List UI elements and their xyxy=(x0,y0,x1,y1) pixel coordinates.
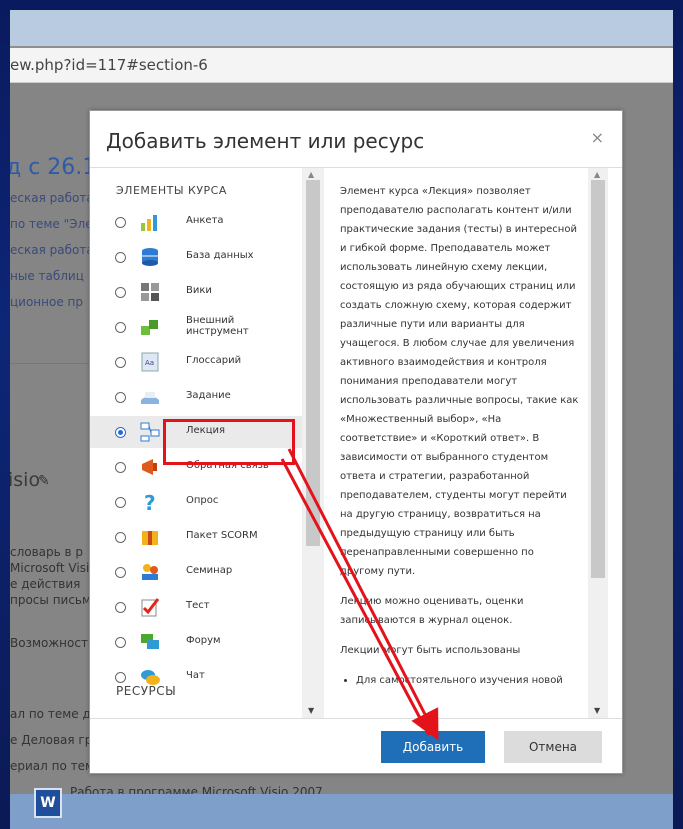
description-paragraph-1: Элемент курса «Лекция» позволяет препода… xyxy=(340,186,579,577)
svg-text:?: ? xyxy=(144,491,156,513)
module-radio[interactable] xyxy=(115,217,126,228)
bg-bottom-4[interactable]: Работа в программе Microsoft Visio 2007 xyxy=(70,785,323,794)
module-item[interactable]: Задание xyxy=(90,381,302,413)
bg-link-2[interactable]: по теме "Эле xyxy=(10,217,93,231)
taskbar: W xyxy=(10,788,673,829)
module-label: Пакет SCORM xyxy=(186,530,258,541)
module-item[interactable]: Тест xyxy=(90,591,302,623)
bg-link-3[interactable]: еская работа xyxy=(10,243,94,257)
module-item[interactable]: Пакет SCORM xyxy=(90,521,302,553)
module-item[interactable]: Внешний инструмент xyxy=(90,311,302,343)
module-label: Форум xyxy=(186,635,221,646)
module-radio[interactable] xyxy=(115,532,126,543)
word-app-icon[interactable]: W xyxy=(34,788,62,818)
bg-link-5[interactable]: ционное пр xyxy=(10,295,83,309)
module-radio[interactable] xyxy=(115,602,126,613)
wiki-icon xyxy=(139,281,161,303)
description-paragraph-2: Лекцию можно оценивать, оценки записываю… xyxy=(340,596,524,626)
quiz-icon xyxy=(139,596,161,618)
edit-pencil-icon[interactable]: ✎ xyxy=(38,473,50,489)
divider xyxy=(10,363,90,364)
module-radio[interactable] xyxy=(115,637,126,648)
visio-heading: isio xyxy=(10,469,41,491)
module-radio[interactable] xyxy=(115,462,126,473)
external-tool-icon xyxy=(139,316,161,338)
module-item[interactable]: Aa Глоссарий xyxy=(90,346,302,378)
module-radio[interactable] xyxy=(115,672,126,683)
address-url[interactable]: ew.php?id=117#section-6 xyxy=(10,56,208,74)
browser-toolbar xyxy=(10,10,673,46)
description-pane: Элемент курса «Лекция» позволяет препода… xyxy=(324,168,588,718)
database-icon xyxy=(139,246,161,268)
bg-line-5: Возможности xyxy=(10,636,96,650)
bg-link-1[interactable]: еская работа xyxy=(10,191,94,205)
module-label: Семинар xyxy=(186,565,233,576)
module-label: Анкета xyxy=(186,215,224,226)
module-label: Глоссарий xyxy=(186,355,242,366)
dialog-title: Добавить элемент или ресурс xyxy=(106,129,425,153)
feedback-icon xyxy=(139,456,161,478)
bg-line-3: е действия xyxy=(10,577,81,591)
module-radio[interactable] xyxy=(115,392,126,403)
scroll-down-icon[interactable]: ▼ xyxy=(308,706,314,715)
module-radio[interactable] xyxy=(115,497,126,508)
module-radio[interactable] xyxy=(115,322,126,333)
choice-icon: ? xyxy=(139,491,161,515)
close-icon[interactable]: × xyxy=(591,128,604,147)
bg-line-4: просы письм xyxy=(10,593,92,607)
survey-icon xyxy=(139,211,161,233)
section-resources-label: РЕСУРСЫ xyxy=(116,684,177,698)
module-label: Чат xyxy=(186,670,205,681)
module-radio[interactable] xyxy=(115,357,126,368)
module-label: Задание xyxy=(186,390,231,401)
bg-line-2: Microsoft Visi xyxy=(10,561,90,575)
bg-bottom-2[interactable]: е Деловая гр xyxy=(10,733,92,747)
forum-icon xyxy=(139,631,161,653)
scroll-down-icon[interactable]: ▼ xyxy=(594,706,600,715)
bg-bottom-3[interactable]: ериал по тем xyxy=(10,759,94,773)
bg-bottom-1[interactable]: ал по теме д xyxy=(10,707,91,721)
assignment-icon xyxy=(139,386,161,408)
highlight-box xyxy=(163,419,295,465)
bg-link-4[interactable]: ные таблиц xyxy=(10,269,84,283)
module-label: База данных xyxy=(186,250,254,261)
module-item[interactable]: Вики xyxy=(90,276,302,308)
module-radio[interactable] xyxy=(115,287,126,298)
description-paragraph-3: Лекции могут быть использованы xyxy=(340,645,521,656)
cancel-button[interactable]: Отмена xyxy=(504,731,602,763)
module-radio[interactable] xyxy=(115,567,126,578)
module-item[interactable]: Семинар xyxy=(90,556,302,588)
scroll-thumb[interactable] xyxy=(306,180,320,546)
module-label: Тест xyxy=(186,600,210,611)
module-item[interactable]: Анкета xyxy=(90,206,302,238)
module-item[interactable]: Форум xyxy=(90,626,302,658)
description-scrollbar[interactable]: ▲ ▼ xyxy=(588,168,608,718)
module-label: Внешний инструмент xyxy=(186,315,249,337)
scroll-thumb[interactable] xyxy=(591,180,605,578)
module-label: Опрос xyxy=(186,495,219,506)
module-label: Вики xyxy=(186,285,212,296)
svg-text:Aa: Aa xyxy=(145,359,154,367)
divider xyxy=(90,718,622,719)
scroll-up-icon[interactable]: ▲ xyxy=(594,170,600,179)
scorm-icon xyxy=(139,526,161,548)
address-bar[interactable]: ew.php?id=117#section-6 xyxy=(10,48,673,83)
module-radio[interactable] xyxy=(115,252,126,263)
description-bullet: Для самостоятельного изучения новой xyxy=(356,671,580,690)
scroll-up-icon[interactable]: ▲ xyxy=(308,170,314,179)
module-list-scrollbar[interactable]: ▲ ▼ xyxy=(302,168,324,718)
workshop-icon xyxy=(139,561,161,583)
add-button[interactable]: Добавить xyxy=(381,731,485,763)
module-item[interactable]: ? Опрос xyxy=(90,486,302,518)
section-activities-label: ЭЛЕМЕНТЫ КУРСА xyxy=(116,184,227,197)
bg-line-1: словарь в р xyxy=(10,545,84,559)
glossary-icon: Aa xyxy=(139,351,161,373)
module-radio[interactable] xyxy=(115,427,126,438)
module-item[interactable]: База данных xyxy=(90,241,302,273)
lesson-icon xyxy=(139,421,161,443)
